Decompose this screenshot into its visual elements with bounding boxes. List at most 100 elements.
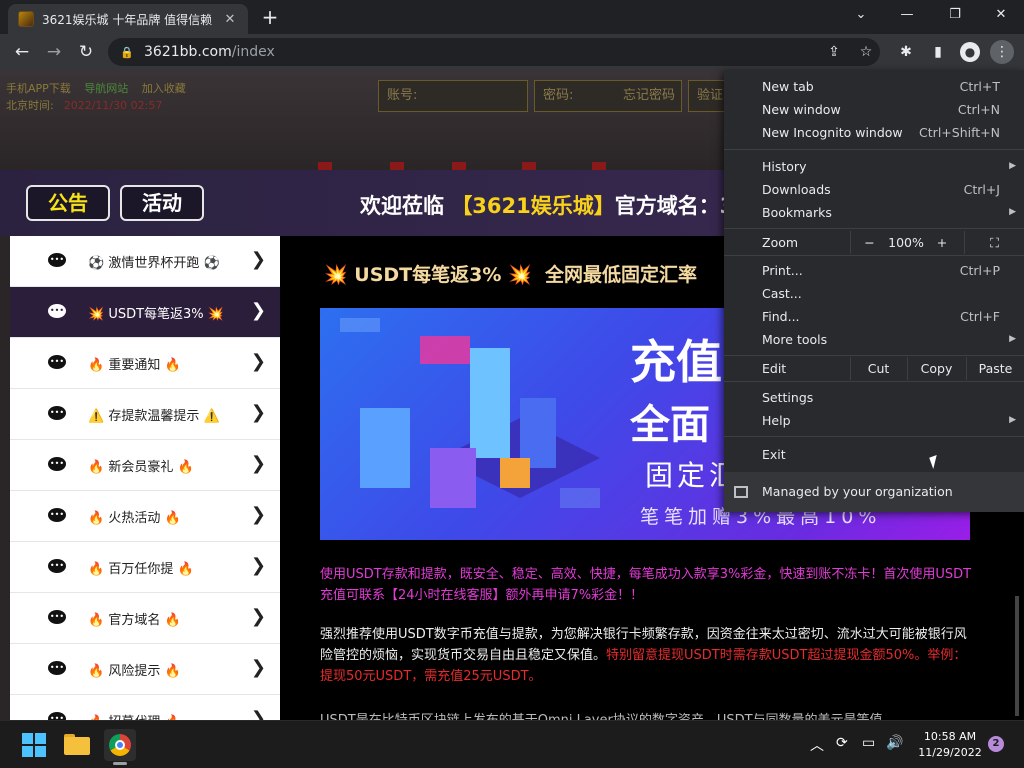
site-favicon-icon: [18, 11, 34, 27]
new-tab-button[interactable]: +: [258, 6, 282, 30]
sidebar-item-label: 💥 USDT每笔返3% 💥: [88, 307, 224, 322]
close-window-button[interactable]: ✕: [978, 0, 1024, 30]
menu-label: Settings: [762, 390, 814, 405]
chat-bubble-icon: •••: [48, 712, 66, 720]
submenu-arrow-icon: ▶: [1009, 207, 1016, 217]
file-explorer-button[interactable]: [62, 729, 94, 761]
chevron-right-icon: ❯: [250, 300, 266, 321]
sidebar-item-label: 🔥 官方域名 🔥: [88, 613, 181, 628]
reload-button[interactable]: ↻: [74, 40, 98, 64]
sidebar-item-important-notice[interactable]: ••• 🔥 重要通知 🔥 ❯: [10, 338, 280, 389]
scrollbar-thumb[interactable]: [1015, 596, 1019, 716]
menu-exit[interactable]: Exit: [724, 443, 1024, 466]
sidebar-item-new-member[interactable]: ••• 🔥 新会员豪礼 🔥 ❯: [10, 440, 280, 491]
notification-badge[interactable]: 2: [988, 736, 1004, 752]
fullscreen-icon[interactable]: ⛶: [964, 231, 1024, 254]
sidebar-item-deposit-tips[interactable]: ••• ⚠️ 存提款温馨提示 ⚠️ ❯: [10, 389, 280, 440]
add-favorite-link[interactable]: 加入收藏: [142, 82, 186, 95]
menu-downloads[interactable]: Downloads Ctrl+J: [724, 178, 1024, 201]
promo-line2: 全面: [630, 402, 710, 448]
site-top-links: 手机APP下载 导航网站 加入收藏: [6, 80, 196, 96]
sidebar-item-label: 🔥 百万任你提 🔥: [88, 562, 194, 577]
network-icon[interactable]: ▭: [862, 735, 875, 751]
usdt-para3: USDT是在比特币区块链上发布的基于Omni Layer协议的数字资产。USDT…: [320, 710, 972, 720]
menu-label: Downloads: [762, 182, 831, 197]
password-input[interactable]: 密码: 忘记密码: [534, 80, 682, 112]
menu-more-tools[interactable]: More tools ▶: [724, 328, 1024, 351]
menu-shortcut: Ctrl+J: [963, 182, 1000, 197]
tab-search-icon[interactable]: ⌄: [838, 0, 884, 30]
chat-bubble-icon: •••: [48, 457, 66, 471]
lock-icon[interactable]: 🔒: [120, 46, 134, 59]
forgot-password-link[interactable]: 忘记密码: [623, 81, 675, 111]
menu-bookmarks[interactable]: Bookmarks ▶: [724, 201, 1024, 224]
menu-print[interactable]: Print... Ctrl+P: [724, 259, 1024, 282]
sidebar-item-official-domain[interactable]: ••• 🔥 官方域名 🔥 ❯: [10, 593, 280, 644]
extensions-icon[interactable]: ✱: [894, 40, 918, 64]
menu-separator: [724, 228, 1024, 229]
paste-button[interactable]: Paste: [966, 357, 1024, 380]
menu-history[interactable]: History ▶: [724, 155, 1024, 178]
sidebar-item-million-withdraw[interactable]: ••• 🔥 百万任你提 🔥 ❯: [10, 542, 280, 593]
profile-avatar-icon[interactable]: ●: [960, 42, 980, 62]
chat-bubble-icon: •••: [48, 253, 66, 267]
nav-site-link[interactable]: 导航网站: [84, 82, 128, 95]
sidebar-item-label: 🔥 新会员豪礼 🔥: [88, 460, 194, 475]
menu-cast[interactable]: Cast...: [724, 282, 1024, 305]
activity-button[interactable]: 活动: [120, 185, 204, 221]
headline-text2: 全网最低固定汇率: [544, 264, 697, 286]
chat-bubble-icon: •••: [48, 355, 66, 369]
chat-bubble-icon: •••: [48, 610, 66, 624]
start-button[interactable]: [18, 729, 50, 761]
sidebar-item-agent-recruit[interactable]: ••• 🔥 招募代理 🔥 ❯: [10, 695, 280, 720]
sidebar-item-label: 🔥 招募代理 🔥: [88, 711, 181, 720]
menu-managed[interactable]: Managed by your organization: [724, 472, 1024, 512]
bookmark-star-icon[interactable]: ☆: [854, 40, 878, 64]
chat-bubble-icon: •••: [48, 508, 66, 522]
restore-button[interactable]: ❐: [932, 0, 978, 30]
menu-help[interactable]: Help ▶: [724, 409, 1024, 432]
menu-shortcut: Ctrl+T: [959, 79, 1000, 94]
show-hidden-icons[interactable]: ︿: [810, 735, 824, 755]
sidebar-item-usdt[interactable]: ••• 💥 USDT每笔返3% 💥 ❯: [10, 287, 280, 338]
menu-label: Help: [762, 413, 791, 428]
forward-button[interactable]: →: [42, 40, 66, 64]
menu-shortcut: Ctrl+P: [959, 263, 1000, 278]
time-value: 2022/11/30 02:57: [63, 99, 163, 112]
menu-label: Cast...: [762, 286, 802, 301]
cut-button[interactable]: Cut: [850, 357, 906, 380]
menu-new-tab[interactable]: New tab Ctrl+T: [724, 75, 1024, 98]
sync-icon[interactable]: ⟳: [836, 735, 848, 751]
taskbar-clock[interactable]: 10:58 AM 11/29/2022: [918, 729, 982, 761]
sidebar-item-label: ⚠️ 存提款温馨提示 ⚠️: [88, 409, 220, 424]
chrome-menu-icon[interactable]: ⋮: [990, 40, 1014, 64]
minimize-button[interactable]: —: [884, 0, 930, 30]
chevron-right-icon: ❯: [250, 555, 266, 576]
app-download-link[interactable]: 手机APP下载: [6, 82, 71, 95]
menu-new-window[interactable]: New window Ctrl+N: [724, 98, 1024, 121]
usdt-para1: 使用USDT存款和提款，既安全、稳定、高效、快捷，每笔成功入款享3%彩金，快速到…: [320, 567, 972, 603]
sidebar-item-worldcup[interactable]: ••• ⚽ 激情世界杯开跑 ⚽ ❯: [10, 236, 280, 287]
browser-tab[interactable]: 3621娱乐城 十年品牌 值得信赖 ✕: [8, 4, 248, 34]
address-bar[interactable]: 🔒 3621bb.com/index: [108, 38, 880, 66]
chevron-right-icon: ❯: [250, 249, 266, 270]
sidebar-item-risk-warning[interactable]: ••• 🔥 风险提示 🔥 ❯: [10, 644, 280, 695]
clock-date: 11/29/2022: [918, 746, 982, 759]
zoom-in-button[interactable]: +: [924, 231, 960, 254]
menu-new-incognito[interactable]: New Incognito window Ctrl+Shift+N: [724, 121, 1024, 144]
chrome-taskbar-button[interactable]: [104, 729, 136, 765]
share-icon[interactable]: ⇪: [822, 40, 846, 64]
sidebar-item-hot-events[interactable]: ••• 🔥 火热活动 🔥 ❯: [10, 491, 280, 542]
building-icon: [734, 486, 748, 498]
announcement-button[interactable]: 公告: [26, 185, 110, 221]
zoom-out-button[interactable]: −: [850, 231, 888, 254]
volume-icon[interactable]: 🔊: [886, 735, 903, 751]
back-button[interactable]: ←: [10, 40, 34, 64]
account-input[interactable]: 账号:: [378, 80, 528, 112]
copy-button[interactable]: Copy: [907, 357, 965, 380]
side-panel-icon[interactable]: ▮: [926, 40, 950, 64]
submenu-arrow-icon: ▶: [1009, 161, 1016, 171]
menu-find[interactable]: Find... Ctrl+F: [724, 305, 1024, 328]
tab-close-icon[interactable]: ✕: [222, 12, 238, 27]
menu-settings[interactable]: Settings: [724, 386, 1024, 409]
